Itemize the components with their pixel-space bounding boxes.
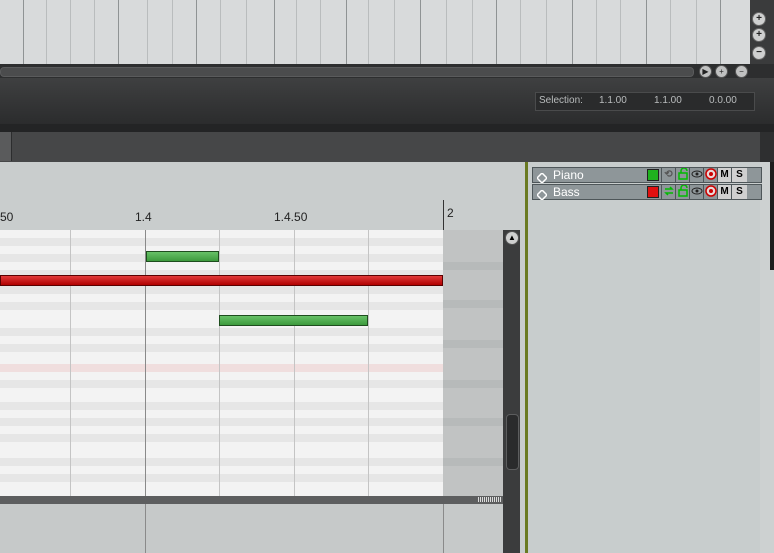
zoom-out-horizontal-icon[interactable]: −: [735, 65, 748, 78]
vertical-scrollbar[interactable]: [503, 230, 520, 553]
note-grid[interactable]: [0, 230, 443, 496]
midi-note[interactable]: [146, 251, 219, 262]
loop-icon[interactable]: [661, 185, 675, 199]
midi-note[interactable]: [219, 315, 368, 326]
window-edge: [770, 162, 774, 270]
vertical-scroll-thumb[interactable]: [506, 414, 519, 470]
track-row-piano[interactable]: Piano ⟲ M S: [532, 167, 762, 185]
resize-grip-icon[interactable]: [478, 497, 502, 502]
mute-button[interactable]: M: [717, 168, 731, 182]
ruler-label: 50: [0, 210, 14, 224]
toolbar-edge: [760, 132, 774, 162]
mute-button[interactable]: M: [717, 185, 731, 199]
scrollbar-thumb[interactable]: [0, 67, 694, 77]
track-row-bass[interactable]: Bass M S: [532, 184, 762, 202]
solo-button[interactable]: S: [731, 168, 747, 182]
project-end-marker: [443, 200, 444, 230]
track-color-swatch[interactable]: [647, 186, 659, 198]
divider: [0, 124, 774, 132]
zoom-in-icon[interactable]: +: [752, 12, 766, 26]
play-icon[interactable]: ▶: [699, 65, 712, 78]
solo-button[interactable]: S: [731, 185, 747, 199]
scroll-up-icon[interactable]: ▲: [505, 231, 519, 245]
lane-divider[interactable]: [0, 496, 503, 504]
track-color-swatch[interactable]: [647, 169, 659, 181]
selection-display: Selection: 1.1.00 1.1.00 0.0.00: [535, 92, 755, 111]
midi-note-selected[interactable]: [0, 275, 443, 286]
selection-start[interactable]: 1.1.00: [599, 95, 627, 106]
zoom-in-horizontal-icon[interactable]: +: [715, 65, 728, 78]
timeline-ruler[interactable]: [0, 200, 443, 230]
toolbar-button[interactable]: [0, 132, 12, 161]
eye-icon[interactable]: [689, 185, 703, 199]
selection-end[interactable]: 1.1.00: [654, 95, 682, 106]
arrange-view[interactable]: [0, 0, 750, 64]
midi-editor-toolbar: [0, 132, 774, 162]
ruler-label: 2: [447, 206, 454, 220]
selection-length[interactable]: 0.0.00: [709, 95, 737, 106]
ruler-label: 1.4: [135, 210, 152, 224]
loop-icon[interactable]: ⟲: [661, 168, 675, 182]
lock-icon[interactable]: [675, 167, 689, 182]
record-arm-icon[interactable]: [703, 185, 717, 199]
zoom-in-vertical-icon[interactable]: +: [752, 28, 766, 42]
eye-icon[interactable]: [689, 168, 703, 182]
track-name: Piano: [553, 168, 584, 182]
diamond-icon[interactable]: [535, 170, 549, 185]
cc-lane[interactable]: [0, 504, 503, 553]
record-arm-icon[interactable]: [703, 168, 717, 182]
lock-icon[interactable]: [675, 184, 689, 199]
track-name: Bass: [553, 185, 580, 199]
diamond-icon[interactable]: [535, 187, 549, 202]
selection-label: Selection:: [539, 95, 583, 106]
zoom-out-icon[interactable]: −: [752, 46, 766, 60]
ruler-label: 1.4.50: [274, 210, 308, 224]
track-list-panel: [528, 162, 760, 553]
